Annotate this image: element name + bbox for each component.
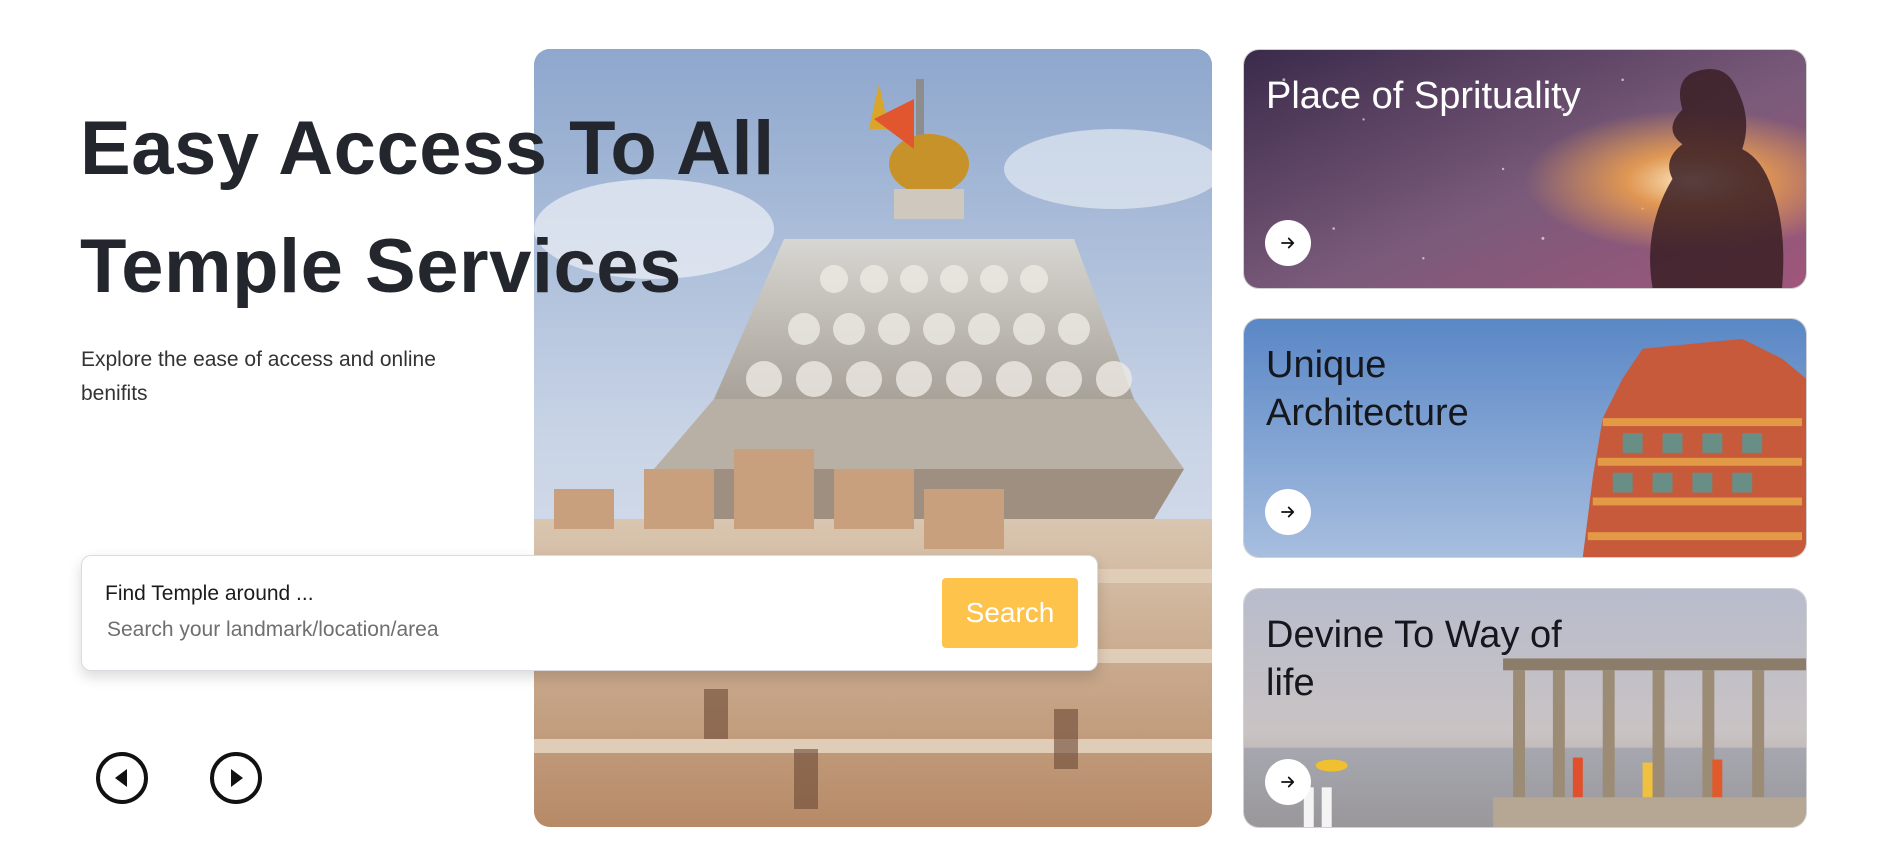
hero-subtitle: Explore the ease of access and online be… xyxy=(81,348,436,405)
card-arrow-button[interactable] xyxy=(1265,220,1311,266)
card-way-of-life[interactable]: Devine To Way of life xyxy=(1243,588,1807,828)
search-input[interactable] xyxy=(105,613,889,647)
card-architecture[interactable]: Unique Architecture xyxy=(1243,318,1807,558)
carousel-prev-button[interactable] xyxy=(96,752,148,804)
chevron-right-icon xyxy=(231,769,243,787)
card-title: Place of Sprituality xyxy=(1266,75,1581,117)
chevron-left-icon xyxy=(115,769,127,787)
hero-title-line-1: Easy Access To All xyxy=(80,106,775,191)
arrow-right-icon xyxy=(1281,776,1295,788)
card-spirituality[interactable]: Place of Sprituality xyxy=(1243,49,1807,289)
search-button[interactable]: Search xyxy=(942,578,1078,648)
search-label: Find Temple around ... xyxy=(105,582,314,605)
card-arrow-button[interactable] xyxy=(1265,489,1311,535)
arrow-right-icon xyxy=(1281,237,1295,249)
hero-title-line-2: Temple Services xyxy=(80,224,682,309)
card-title: Devine To Way of life xyxy=(1266,614,1562,704)
arrow-right-icon xyxy=(1281,506,1295,518)
card-title: Unique Architecture xyxy=(1266,344,1469,434)
temple-search-box: Find Temple around ... Search xyxy=(81,555,1098,671)
hero-title: Easy Access To All Temple Services xyxy=(80,90,800,326)
carousel-next-button[interactable] xyxy=(210,752,262,804)
card-arrow-button[interactable] xyxy=(1265,759,1311,805)
